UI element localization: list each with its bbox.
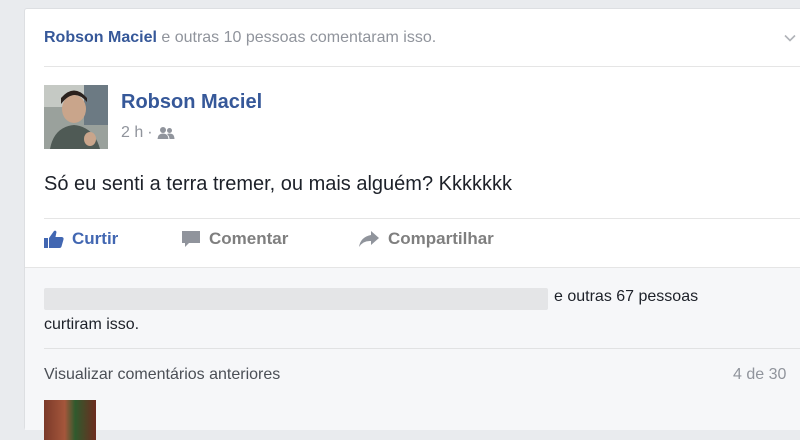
likes-others-link[interactable]: e outras 67 pessoas <box>554 288 698 306</box>
share-button[interactable]: Compartilhar <box>358 229 494 249</box>
meta-separator: · <box>147 124 153 141</box>
post-card: Robson Maciel e outras 10 pessoas coment… <box>24 8 800 440</box>
like-label: Curtir <box>72 229 119 248</box>
comment-icon <box>182 231 200 247</box>
friends-icon[interactable] <box>157 126 175 140</box>
activity-notice: Robson Maciel e outras 10 pessoas coment… <box>44 29 436 47</box>
share-arrow-icon <box>359 231 379 247</box>
divider <box>44 66 800 67</box>
avatar[interactable] <box>44 85 108 149</box>
notice-text: e outras 10 pessoas comentaram isso. <box>156 29 437 46</box>
share-label: Compartilhar <box>388 229 494 248</box>
post-timestamp[interactable]: 2 h <box>121 124 143 142</box>
comment-button[interactable]: Comentar <box>181 229 288 249</box>
post-meta: 2 h · <box>121 124 175 142</box>
notice-actor-link[interactable]: Robson Maciel <box>44 29 157 46</box>
divider <box>44 348 800 349</box>
comments-count: 4 de 30 <box>733 366 787 383</box>
chevron-down-icon[interactable] <box>783 31 797 45</box>
divider <box>44 218 800 219</box>
reactions-section: e outras 67 pessoas curtiram isso. Visua… <box>25 267 800 440</box>
thumbs-up-icon <box>44 230 64 248</box>
comment-avatar[interactable] <box>44 400 96 440</box>
like-button[interactable]: Curtir <box>44 229 118 249</box>
comment-label: Comentar <box>209 229 289 248</box>
post-text: Só eu senti a terra tremer, ou mais algu… <box>44 173 512 195</box>
likes-text: curtiram isso. <box>44 316 140 333</box>
post-author-link[interactable]: Robson Maciel <box>121 91 262 114</box>
blurred-liker-names <box>44 288 548 310</box>
view-previous-comments-link[interactable]: Visualizar comentários anteriores <box>44 366 280 384</box>
